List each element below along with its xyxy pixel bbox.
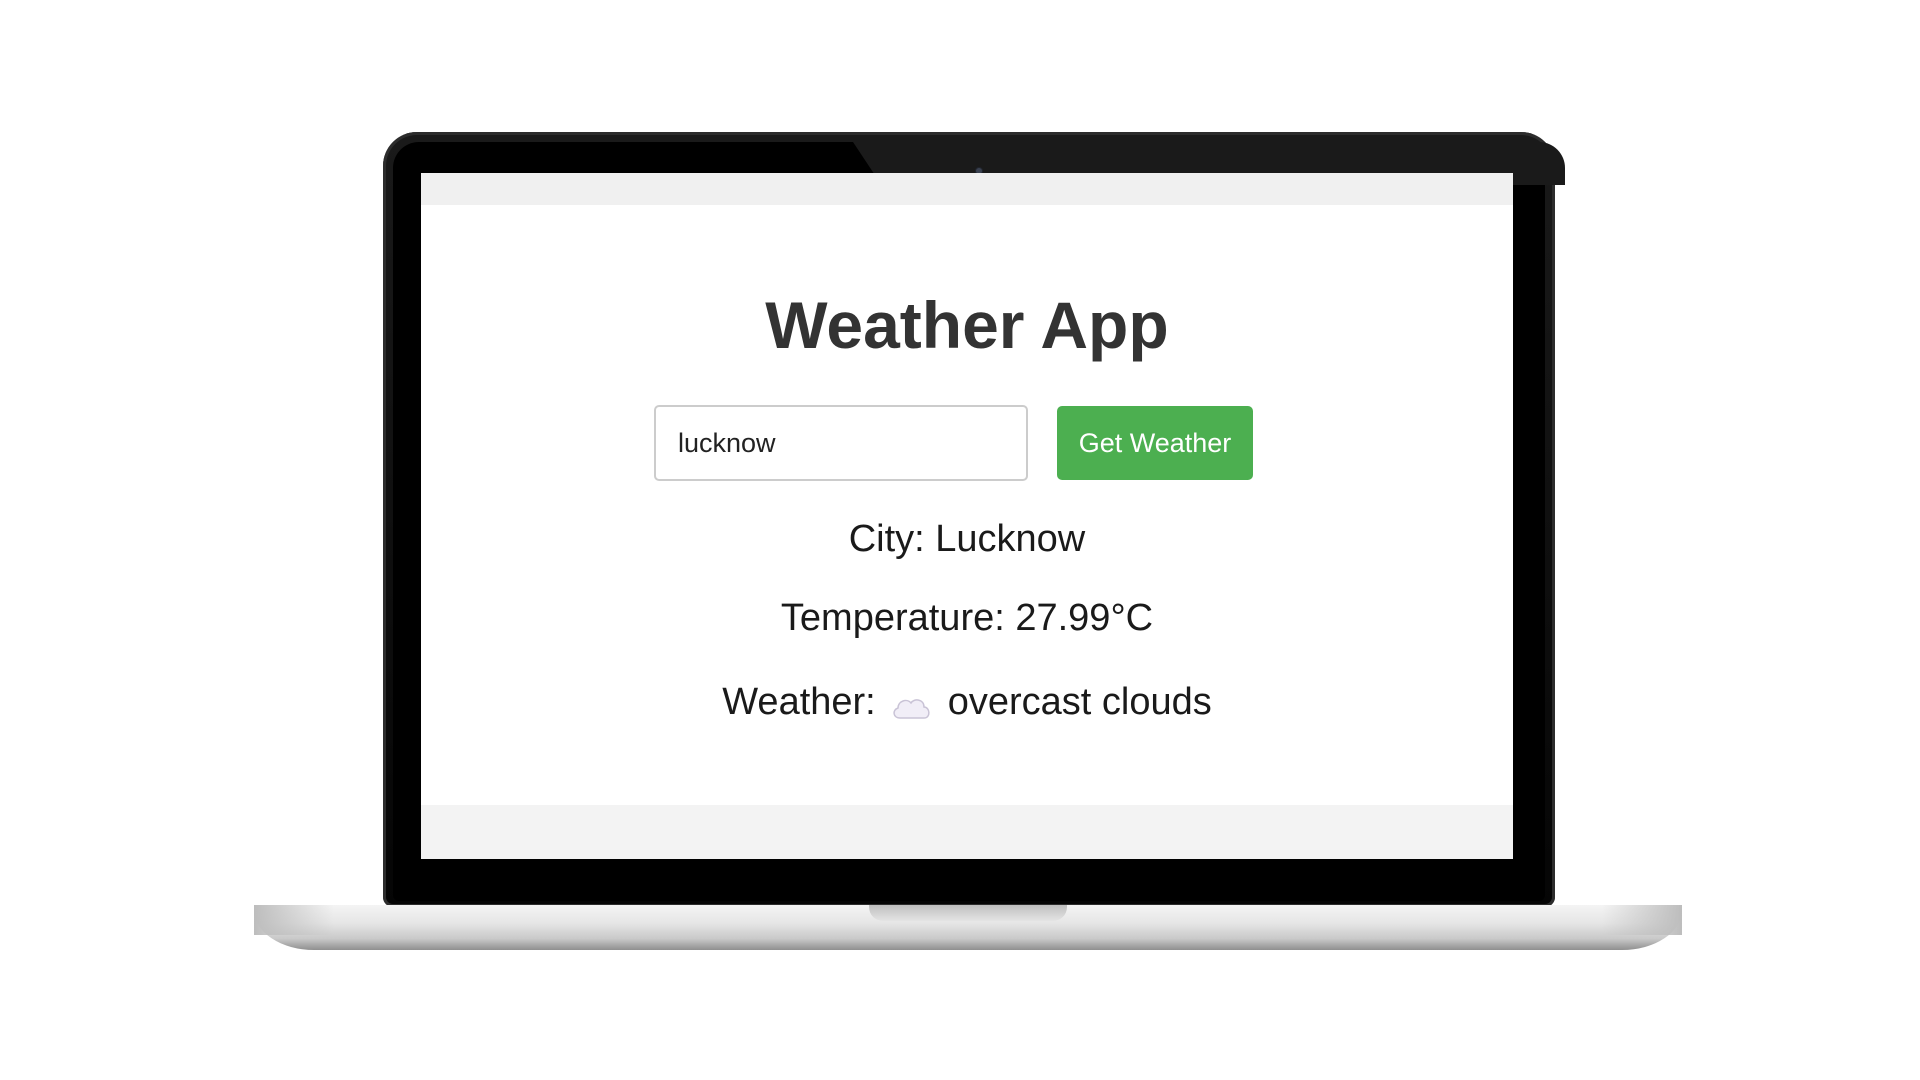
temperature-result: Temperature: 27.99°C (780, 597, 1154, 639)
screen: Weather App Get Weather City: Lucknow Te… (421, 173, 1513, 859)
weather-label: Weather: (722, 681, 876, 723)
search-row: Get Weather (654, 405, 1253, 481)
weather-result: Weather: overcast clouds (421, 681, 1513, 724)
screen-bottom-bar (421, 805, 1513, 859)
screen-top-bar (421, 173, 1513, 205)
base-notch (869, 905, 1067, 921)
page-title: Weather App (765, 288, 1169, 362)
city-input[interactable] (654, 405, 1028, 481)
cloud-icon (890, 689, 932, 719)
get-weather-button[interactable]: Get Weather (1057, 406, 1253, 480)
city-result: City: Lucknow (848, 518, 1086, 560)
laptop-base (254, 905, 1682, 950)
base-right-shade (1602, 905, 1682, 935)
base-left-shade (254, 905, 334, 935)
weather-description: overcast clouds (947, 681, 1212, 723)
stage: Weather App Get Weather City: Lucknow Te… (0, 0, 1920, 1080)
